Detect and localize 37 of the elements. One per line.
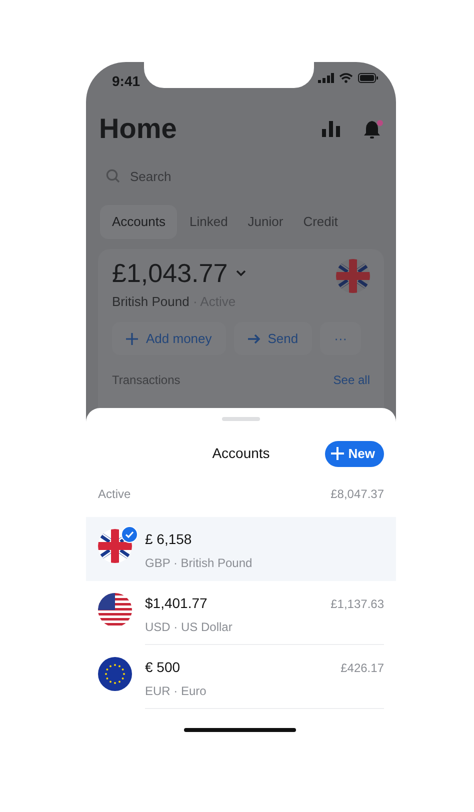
account-amount: € 500: [145, 658, 182, 677]
tab[interactable]: Accounts: [100, 205, 178, 239]
plus-icon: [126, 332, 138, 345]
section-label: Transactions: [112, 372, 180, 390]
tab[interactable]: Junior: [240, 205, 292, 239]
account-currency: EUR · Euro: [145, 683, 208, 700]
account-row[interactable]: € 500 EUR · Euro £426.17: [86, 645, 396, 709]
currency-name: British Pound: [112, 294, 190, 310]
section-label: Active: [98, 486, 131, 503]
tab[interactable]: Linked: [181, 205, 236, 239]
account-row[interactable]: £ 6,158 GBP · British Pound: [86, 517, 396, 581]
battery-icon: [358, 73, 378, 83]
signal-icon: [318, 73, 334, 83]
account-amount: $1,401.77: [145, 594, 208, 613]
see-all-link[interactable]: See all: [333, 371, 370, 390]
page-title: Home: [99, 112, 178, 146]
tab[interactable]: Credit: [295, 205, 346, 239]
section-total: £8,047.37: [330, 486, 384, 503]
bar-chart-icon[interactable]: [322, 120, 340, 137]
search-icon: [106, 169, 120, 184]
notification-bell-icon[interactable]: [362, 118, 384, 140]
new-button[interactable]: New: [325, 441, 384, 466]
account-amount: £ 6,158: [145, 530, 193, 549]
checkmark-icon: [121, 526, 138, 543]
account-currency: GBP · British Pound: [145, 555, 254, 572]
balance-amount: £1,043.77: [112, 258, 228, 288]
arrow-right-icon: [248, 332, 260, 345]
account-row[interactable]: $1,401.77 USD · US Dollar £1,137.63: [86, 581, 396, 645]
converted-amount: £1,137.63: [330, 596, 384, 613]
sheet-title: Accounts: [212, 444, 270, 462]
plus-icon: [331, 447, 344, 460]
search-field[interactable]: Search: [128, 166, 328, 188]
converted-amount: £426.17: [340, 660, 384, 677]
status-time: 9:41: [111, 72, 140, 91]
account-currency: USD · US Dollar: [145, 619, 234, 636]
wifi-icon: [339, 73, 353, 83]
chevron-down-icon: [236, 270, 246, 278]
